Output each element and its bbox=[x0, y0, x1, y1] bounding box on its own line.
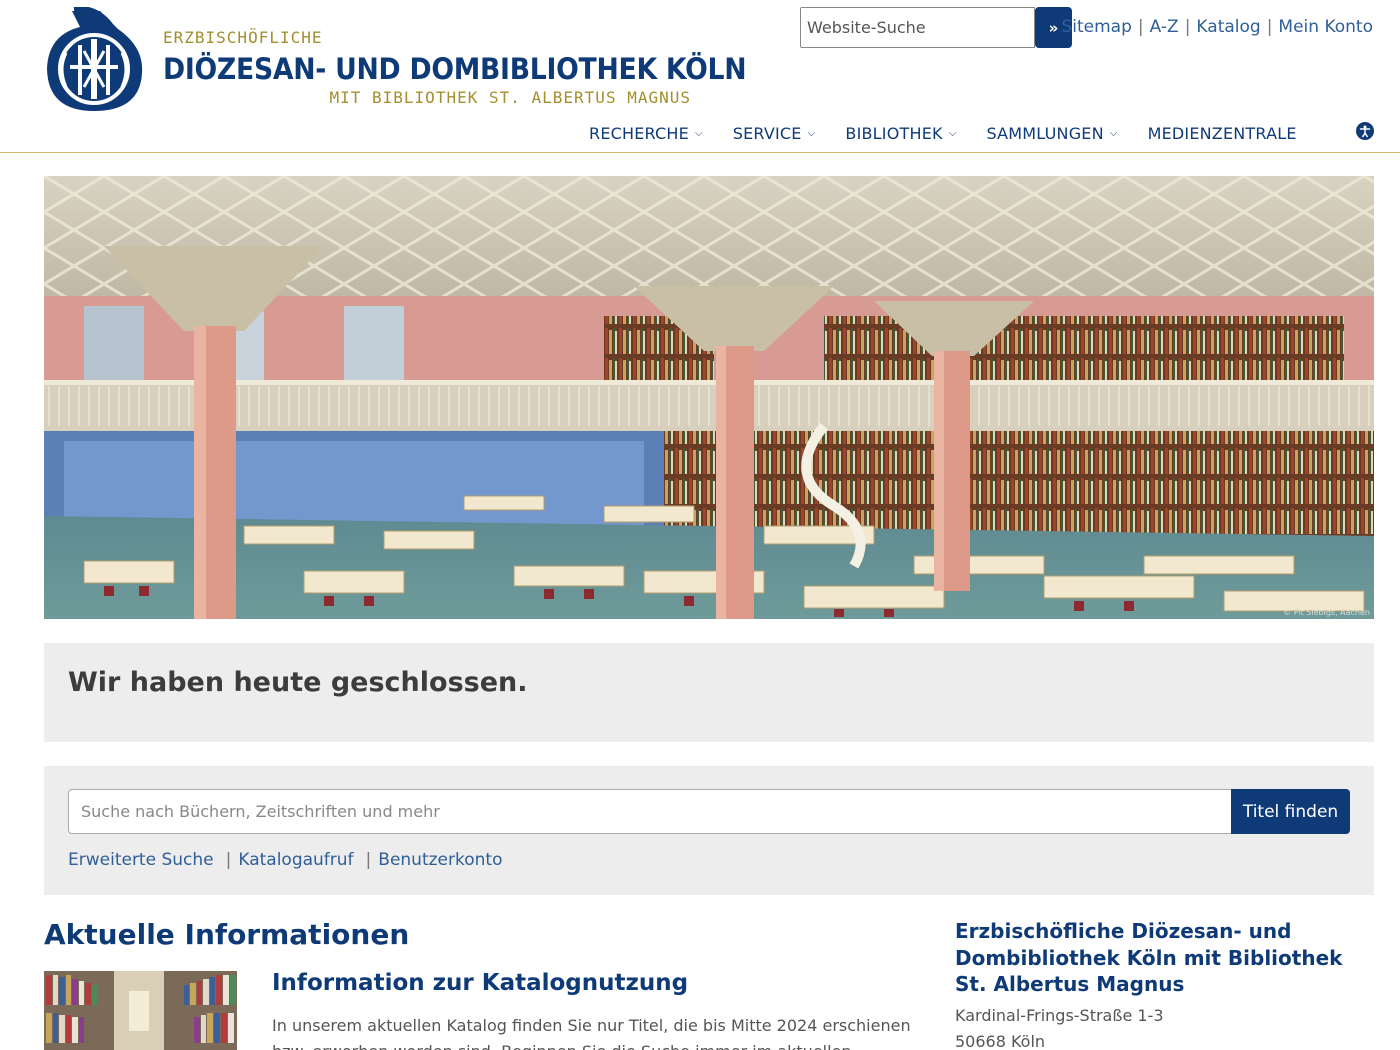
nav-label: RECHERCHE bbox=[589, 123, 689, 143]
nav-label: SAMMLUNGEN bbox=[986, 123, 1104, 143]
nav-label: SERVICE bbox=[732, 123, 802, 143]
erweiterte-suche-link[interactable]: Erweiterte Suche bbox=[68, 850, 214, 870]
logo-line-archdiocesan: ERZBISCHÖFLICHE bbox=[163, 28, 323, 47]
news-section-title: Aktuelle Informationen bbox=[44, 918, 410, 951]
website-search: » bbox=[800, 7, 1072, 48]
opening-notice-text: Wir haben heute geschlossen. bbox=[68, 667, 528, 698]
benutzerkonto-link[interactable]: Benutzerkonto bbox=[378, 850, 502, 870]
mein-konto-link[interactable]: Mein Konto bbox=[1278, 17, 1373, 37]
separator: | bbox=[1137, 17, 1144, 37]
catalog-links: Erweiterte Suche | Katalogaufruf | Benutzerk… bbox=[68, 850, 502, 870]
nav-label: BIBLIOTHEK bbox=[845, 123, 943, 143]
address-title: Erzbischöfliche Diözesan- und Dombibliot… bbox=[955, 919, 1343, 996]
nav-sammlungen[interactable]: SAMMLUNGEN ⌵ bbox=[987, 124, 1118, 143]
chevron-down-icon: ⌵ bbox=[694, 127, 703, 139]
top-links: Sitemap | A-Z | Katalog | Mein Konto bbox=[1061, 17, 1373, 37]
chevron-down-icon: ⌵ bbox=[807, 127, 816, 139]
separator: | bbox=[1266, 17, 1273, 37]
nav-recherche[interactable]: RECHERCHE ⌵ bbox=[589, 124, 703, 143]
sitemap-link[interactable]: Sitemap bbox=[1061, 17, 1131, 37]
logo-line-library-name: DIÖZESAN- UND DOMBIBLIOTHEK KÖLN bbox=[163, 52, 747, 86]
separator: | bbox=[1184, 17, 1191, 37]
address-city: 50668 Köln bbox=[955, 1032, 1046, 1050]
separator: | bbox=[225, 850, 232, 870]
catalog-search-panel: Titel finden Erweiterte Suche | Katalogauf… bbox=[44, 766, 1374, 895]
nav-bibliothek[interactable]: BIBLIOTHEK ⌵ bbox=[845, 124, 956, 143]
chevron-down-icon: ⌵ bbox=[948, 127, 957, 139]
library-logo-icon[interactable] bbox=[44, 7, 144, 113]
photo-credit: © Pit Siebigs, Aachen bbox=[1283, 608, 1370, 617]
logo-line-albertus: MIT BIBLIOTHEK ST. ALBERTUS MAGNUS bbox=[329, 88, 691, 107]
nav-medienzentrale[interactable]: MEDIENZENTRALE bbox=[1148, 124, 1297, 143]
katalogaufruf-link[interactable]: Katalogaufruf bbox=[238, 850, 353, 870]
nav-service[interactable]: SERVICE ⌵ bbox=[733, 124, 816, 143]
separator: | bbox=[365, 850, 372, 870]
katalog-link[interactable]: Katalog bbox=[1196, 17, 1260, 37]
hero-image-reading-room: © Pit Siebigs, Aachen bbox=[44, 176, 1374, 619]
website-search-input[interactable] bbox=[800, 7, 1035, 48]
titel-finden-button[interactable]: Titel finden bbox=[1231, 789, 1350, 834]
chevron-down-icon: ⌵ bbox=[1109, 127, 1118, 139]
news-thumbnail-image[interactable] bbox=[44, 971, 237, 1050]
library-wordmark[interactable]: ERZBISCHÖFLICHE DIÖZESAN- UND DOMBIBLIOT… bbox=[163, 28, 747, 107]
main-navigation: RECHERCHE ⌵ SERVICE ⌵ BIBLIOTHEK ⌵ SAMMLUNG… bbox=[589, 121, 1327, 145]
site-header: ERZBISCHÖFLICHE DIÖZESAN- UND DOMBIBLIOT… bbox=[0, 0, 1400, 153]
news-item-title[interactable]: Information zur Katalognutzung bbox=[272, 970, 688, 996]
news-item-text: In unserem aktuellen Katalog finden Sie … bbox=[272, 1016, 911, 1050]
a-z-link[interactable]: A-Z bbox=[1150, 17, 1179, 37]
nav-label: MEDIENZENTRALE bbox=[1147, 123, 1297, 143]
address-street: Kardinal-Frings-Straße 1-3 bbox=[955, 1006, 1164, 1025]
catalog-search-input[interactable] bbox=[68, 789, 1232, 834]
accessibility-icon[interactable] bbox=[1356, 122, 1374, 140]
opening-notice: Wir haben heute geschlossen. bbox=[44, 643, 1374, 742]
